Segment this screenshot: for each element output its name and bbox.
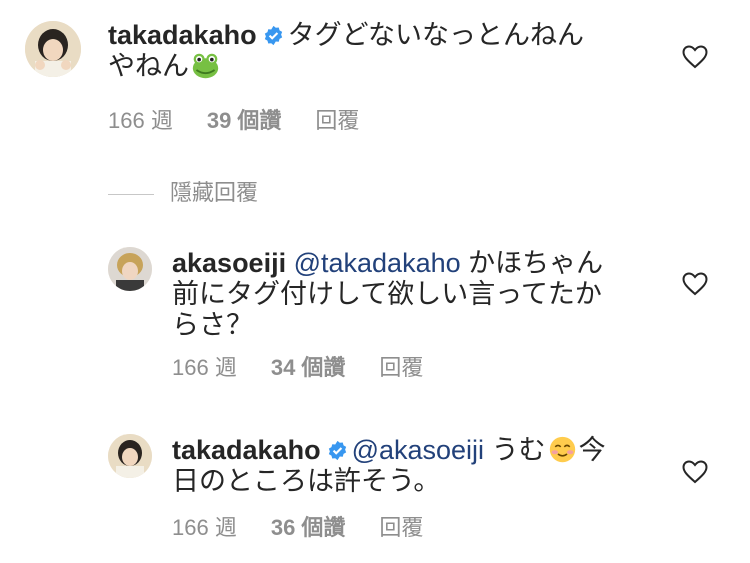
avatar[interactable] — [108, 247, 152, 291]
comment-meta: 166 週 39 個讚 回覆 — [108, 103, 359, 135]
comment-text-line2: やねん — [108, 51, 189, 81]
heart-icon[interactable] — [682, 460, 708, 484]
comment-text: takadakaho タグどないなっとんねん やねん — [108, 20, 628, 82]
avatar[interactable] — [25, 21, 81, 77]
comment-text-line1: タグどないなっとんねん — [287, 20, 585, 50]
comment-time: 166 週 — [172, 515, 237, 540]
comment-text-line2: 日のところは許そう。 — [172, 466, 441, 496]
likes-count[interactable]: 36 個讚 — [271, 510, 346, 542]
comment-text-part-a: うむ — [491, 435, 546, 465]
comment-time: 166 週 — [172, 355, 237, 380]
frog-emoji-icon — [192, 53, 219, 79]
comment-text-line2: 前にタグ付けして欲しい言ってたか — [172, 279, 602, 309]
hide-replies-label: 隱藏回覆 — [170, 180, 259, 205]
reply-button[interactable]: 回覆 — [379, 510, 423, 542]
avatar-photo — [108, 434, 152, 478]
comment-text-part-b: 今 — [578, 435, 606, 465]
heart-icon[interactable] — [682, 272, 708, 296]
username[interactable]: akasoeiji — [172, 248, 286, 278]
avatar[interactable] — [108, 434, 152, 478]
comment-text-line3: らさ？ — [172, 310, 253, 340]
comment-time: 166 週 — [108, 108, 173, 133]
likes-count[interactable]: 34 個讚 — [271, 350, 346, 382]
verified-badge-icon — [264, 25, 282, 46]
comment-meta: 166 週 36 個讚 回覆 — [172, 510, 423, 542]
smiling-face-icon — [549, 436, 575, 463]
comment-text-line1: かほちゃん — [468, 248, 604, 278]
mention-link[interactable]: @takadakaho — [294, 248, 461, 278]
mention-link[interactable]: @akasoeiji — [352, 435, 484, 465]
hide-replies-button[interactable]: 隱藏回覆 — [108, 175, 258, 207]
comment-meta: 166 週 34 個讚 回覆 — [172, 350, 423, 382]
avatar-photo — [25, 21, 81, 77]
reply-button[interactable]: 回覆 — [315, 103, 359, 135]
comment-text: akasoeiji @takadakaho かほちゃん 前にタグ付けして欲しい言… — [172, 248, 632, 341]
comment-text: takadakaho @akasoeiji うむ 今 日のところは許そう。 — [172, 435, 642, 497]
divider-line — [108, 193, 154, 195]
username[interactable]: takadakaho — [172, 435, 321, 465]
reply-button[interactable]: 回覆 — [379, 350, 423, 382]
likes-count[interactable]: 39 個讚 — [207, 103, 282, 135]
username[interactable]: takadakaho — [108, 20, 257, 50]
verified-badge-icon — [328, 440, 346, 461]
heart-icon[interactable] — [682, 45, 708, 69]
avatar-photo — [108, 247, 152, 291]
